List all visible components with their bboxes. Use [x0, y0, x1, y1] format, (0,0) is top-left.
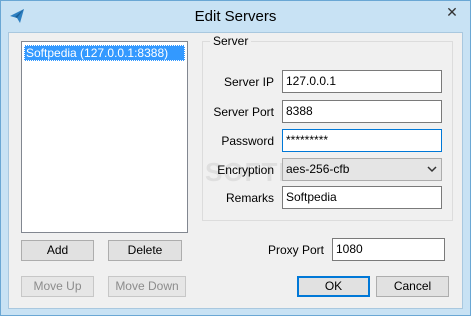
proxy-port-field[interactable]: 1080 — [332, 238, 445, 261]
encryption-label: Encryption — [217, 163, 274, 177]
server-list[interactable]: Softpedia (127.0.0.1:8388) — [21, 41, 188, 233]
encryption-selected-value: aes-256-cfb — [286, 162, 350, 176]
window-title: Edit Servers — [194, 8, 277, 25]
remarks-label: Remarks — [225, 191, 274, 205]
title-bar[interactable]: Edit Servers ✕ — [1, 1, 470, 31]
move-up-button[interactable]: Move Up — [21, 276, 94, 297]
dialog-client-area: Softpedia (127.0.0.1:8388) Add Delete Mo… — [8, 32, 463, 309]
move-down-button[interactable]: Move Down — [108, 276, 186, 297]
ok-button[interactable]: OK — [297, 276, 370, 297]
remarks-field[interactable]: Softpedia — [282, 186, 442, 209]
server-port-field[interactable]: 8388 — [282, 100, 442, 123]
chevron-down-icon — [427, 166, 437, 173]
server-group-legend: Server — [210, 34, 252, 48]
delete-button[interactable]: Delete — [108, 240, 182, 261]
password-label: Password — [221, 134, 274, 148]
server-ip-field[interactable]: 127.0.0.1 — [282, 70, 442, 93]
add-button[interactable]: Add — [21, 240, 94, 261]
server-ip-label: Server IP — [223, 75, 274, 89]
server-port-label: Server Port — [213, 105, 274, 119]
proxy-port-label: Proxy Port — [267, 243, 324, 257]
cancel-button[interactable]: Cancel — [376, 276, 449, 297]
encryption-select[interactable]: aes-256-cfb — [282, 158, 442, 181]
close-button[interactable]: ✕ — [440, 2, 464, 22]
password-field[interactable]: ********* — [282, 129, 442, 152]
server-list-item[interactable]: Softpedia (127.0.0.1:8388) — [24, 45, 185, 61]
edit-servers-window: Edit Servers ✕ Softpedia (127.0.0.1:8388… — [0, 0, 471, 316]
